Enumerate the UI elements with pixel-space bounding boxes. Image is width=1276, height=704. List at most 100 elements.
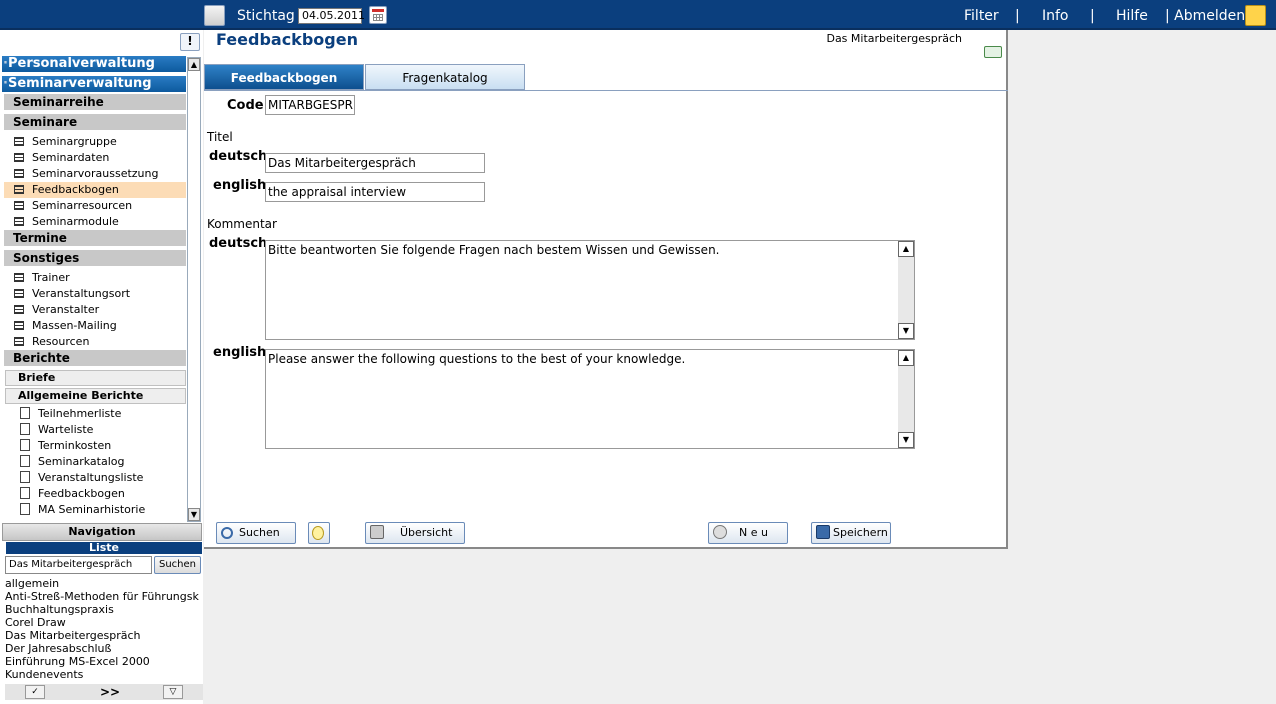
top-bar: Stichtag 04.05.2011 Filter | Info | Hilf… — [0, 0, 1276, 30]
list-item[interactable]: Anti-Streß-Methoden für Führungsk — [5, 590, 203, 603]
info-link[interactable]: Info — [1042, 8, 1069, 24]
sidebar: Personalverwaltung Seminarverwaltung Sem… — [0, 30, 203, 704]
list-item[interactable]: Kundenevents — [5, 668, 203, 681]
report-teilnehmerliste[interactable]: Teilnehmerliste — [20, 406, 121, 422]
list-item[interactable]: Einführung MS-Excel 2000 — [5, 655, 203, 668]
calendar-icon[interactable] — [369, 6, 387, 24]
next-page-button[interactable]: >> — [100, 685, 120, 699]
section-berichte[interactable]: Berichte — [4, 350, 186, 366]
kommentar-english-text: Please answer the following questions to… — [268, 352, 686, 366]
kommentar-english-label: english — [213, 345, 267, 360]
filter-icon[interactable]: ▽ — [163, 685, 183, 699]
speichern-button[interactable]: Speichern — [811, 522, 891, 544]
sidebar-item-veranstalter[interactable]: Veranstalter — [14, 302, 99, 318]
report-terminkosten[interactable]: Terminkosten — [20, 438, 111, 454]
sidebar-item-seminardaten[interactable]: Seminardaten — [14, 150, 109, 166]
subsection-briefe[interactable]: Briefe — [5, 370, 186, 386]
liste-search-input[interactable]: Das Mitarbeitergespräch — [5, 556, 152, 574]
document-icon — [20, 471, 30, 483]
tab-feedbackbogen[interactable]: Feedbackbogen — [204, 64, 364, 90]
table-icon — [14, 153, 24, 162]
filter-link[interactable]: Filter — [964, 8, 999, 24]
list-item[interactable]: Corel Draw — [5, 616, 203, 629]
kommentar-deutsch-label: deutsch — [209, 236, 268, 251]
titel-deutsch-field[interactable]: Das Mitarbeitergespräch — [265, 153, 485, 173]
section-termine[interactable]: Termine — [4, 230, 186, 246]
lock-icon[interactable] — [1245, 5, 1266, 26]
report-warteliste[interactable]: Warteliste — [20, 422, 93, 438]
tab-fragenkatalog[interactable]: Fragenkatalog — [365, 64, 525, 90]
suchen-button[interactable]: Suchen — [216, 522, 296, 544]
neu-button[interactable]: N e u — [708, 522, 788, 544]
warning-icon[interactable] — [180, 33, 200, 51]
document-icon — [20, 487, 30, 499]
accordion-personalverwaltung[interactable]: Personalverwaltung — [2, 56, 186, 72]
checkmark-icon[interactable]: ✓ — [25, 685, 45, 699]
section-seminarreihe[interactable]: Seminarreihe — [4, 94, 186, 110]
section-sonstiges[interactable]: Sonstiges — [4, 250, 186, 266]
list-item[interactable]: Buchhaltungspraxis — [5, 603, 203, 616]
textarea-scrollbar[interactable]: ▲ ▼ — [898, 241, 914, 339]
home-icon[interactable] — [204, 5, 225, 26]
sidebar-item-massen-mailing[interactable]: Massen-Mailing — [14, 318, 117, 334]
separator: | — [1090, 8, 1095, 24]
accordion-seminarverwaltung[interactable]: Seminarverwaltung — [2, 76, 186, 92]
hilfe-link[interactable]: Hilfe — [1116, 8, 1148, 24]
sidebar-item-seminarmodule[interactable]: Seminarmodule — [14, 214, 119, 230]
table-icon — [14, 169, 24, 178]
sidebar-item-trainer[interactable]: Trainer — [14, 270, 70, 286]
abmelden-link[interactable]: | Abmelden — [1165, 8, 1245, 24]
kommentar-deutsch-text: Bitte beantworten Sie folgende Fragen na… — [268, 243, 720, 257]
document-icon — [20, 455, 30, 467]
scroll-up-icon[interactable]: ▲ — [898, 350, 914, 366]
stichtag-label: Stichtag — [237, 8, 295, 24]
scroll-down-icon[interactable]: ▼ — [898, 323, 914, 339]
sidebar-item-veranstaltungsort[interactable]: Veranstaltungsort — [14, 286, 130, 302]
sidebar-item-feedbackbogen[interactable]: Feedbackbogen — [4, 182, 186, 198]
titel-english-field[interactable]: the appraisal interview — [265, 182, 485, 202]
report-veranstaltungsliste[interactable]: Veranstaltungsliste — [20, 470, 143, 486]
kommentar-english-textarea[interactable]: Please answer the following questions to… — [265, 349, 915, 449]
subsection-allgemeine-berichte[interactable]: Allgemeine Berichte — [5, 388, 186, 404]
sidebar-item-seminarvoraussetzung[interactable]: Seminarvoraussetzung — [14, 166, 158, 182]
table-icon — [14, 337, 24, 346]
navigation-tab[interactable]: Navigation — [2, 523, 202, 541]
textarea-scrollbar[interactable]: ▲ ▼ — [898, 350, 914, 448]
page-subtitle: Das Mitarbeitergespräch — [826, 32, 962, 45]
gear-icon — [713, 525, 727, 539]
section-seminare[interactable]: Seminare — [4, 114, 186, 130]
lightbulb-button[interactable] — [308, 522, 330, 544]
report-feedbackbogen[interactable]: Feedbackbogen — [20, 486, 125, 502]
table-icon — [14, 273, 24, 282]
report-ma-seminarhistorie[interactable]: MA Seminarhistorie — [20, 502, 145, 518]
kommentar-deutsch-textarea[interactable]: Bitte beantworten Sie folgende Fragen na… — [265, 240, 915, 340]
document-icon — [20, 503, 30, 515]
report-seminarkatalog[interactable]: Seminarkatalog — [20, 454, 125, 470]
printer-icon — [370, 525, 384, 539]
list-item[interactable]: Der Jahresabschluß — [5, 642, 203, 655]
stichtag-date-input[interactable]: 04.05.2011 — [298, 8, 365, 24]
code-field[interactable]: MITARBGESPR — [265, 95, 355, 115]
table-icon — [14, 321, 24, 330]
list-item[interactable]: allgemein — [5, 577, 203, 590]
scroll-down-icon[interactable]: ▼ — [188, 508, 200, 521]
scroll-up-icon[interactable]: ▲ — [898, 241, 914, 257]
uebersicht-button[interactable]: Übersicht — [365, 522, 465, 544]
list-item[interactable]: Das Mitarbeitergespräch — [5, 629, 203, 642]
liste-header: Liste — [6, 542, 202, 554]
sidebar-scrollbar[interactable]: ▲ ▼ — [187, 57, 201, 522]
tab-divider — [204, 90, 1008, 91]
sidebar-item-resourcen[interactable]: Resourcen — [14, 334, 89, 350]
table-icon — [14, 305, 24, 314]
separator: | — [1015, 8, 1020, 24]
titel-english-label: english — [213, 178, 267, 193]
table-icon — [14, 201, 24, 210]
sidebar-item-seminargruppe[interactable]: Seminargruppe — [14, 134, 117, 150]
titel-deutsch-label: deutsch — [209, 149, 268, 164]
scroll-up-icon[interactable]: ▲ — [188, 58, 200, 71]
refresh-icon[interactable] — [984, 46, 1002, 58]
scroll-down-icon[interactable]: ▼ — [898, 432, 914, 448]
liste-search-button[interactable]: Suchen — [154, 556, 201, 574]
sidebar-item-seminarresourcen[interactable]: Seminarresourcen — [14, 198, 132, 214]
document-icon — [20, 423, 30, 435]
